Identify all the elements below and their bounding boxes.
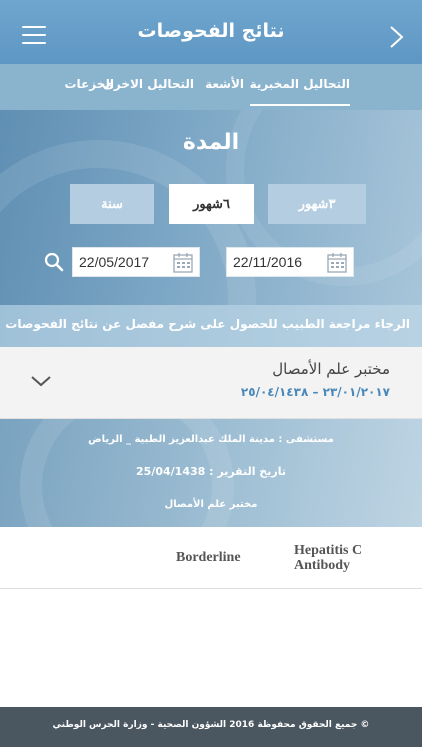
calendar-icon[interactable] bbox=[327, 252, 347, 273]
search-icon[interactable] bbox=[44, 252, 64, 272]
period-6-months-button[interactable]: ٦شهور bbox=[169, 184, 254, 224]
period-3-months-button[interactable]: ٣شهور bbox=[268, 184, 366, 224]
tab-radiology[interactable]: الأشعة bbox=[205, 64, 244, 110]
lab-name: مختبر علم الأمصال bbox=[272, 360, 390, 378]
table-row: Borderline Hepatitis C Antibody bbox=[0, 527, 422, 589]
date-from-field[interactable] bbox=[226, 247, 354, 277]
app-header: نتائج الفحوصات bbox=[0, 0, 422, 64]
date-to-input[interactable] bbox=[79, 254, 165, 270]
period-1-year-button[interactable]: سنة bbox=[70, 184, 154, 224]
chevron-right-icon[interactable] bbox=[386, 24, 408, 50]
hospital-name: مستشفى : مدينة الملك عبدالعزيز الطبية _ … bbox=[88, 434, 334, 445]
result-value: Borderline bbox=[176, 550, 241, 565]
tab-biopsies[interactable]: الخزعات bbox=[65, 64, 115, 110]
test-name: Hepatitis C Antibody bbox=[294, 543, 363, 573]
lab-department: مختبر علم الأمصال bbox=[164, 499, 258, 510]
date-to-field[interactable] bbox=[72, 247, 200, 277]
lab-date-range: ٢٣/٠١/٢٠١٧ – ٢٥/٠٤/١٤٣٨ bbox=[240, 385, 390, 399]
report-date: تاريخ التقرير : 25/04/1438 bbox=[136, 465, 286, 478]
period-title: المدة bbox=[182, 130, 240, 155]
period-filter-panel: المدة ٣شهور ٦شهور سنة bbox=[0, 110, 422, 305]
lab-card-serology[interactable]: مختبر علم الأمصال ٢٣/٠١/٢٠١٧ – ٢٥/٠٤/١٤٣… bbox=[0, 347, 422, 419]
tab-bar: التحاليل المخبرية الأشعة التحاليل الاخرى… bbox=[0, 64, 422, 110]
date-from-input[interactable] bbox=[233, 254, 319, 270]
footer: © جميع الحقوق محفوظة 2016 الشؤون الصحية … bbox=[0, 707, 422, 747]
tab-lab-tests[interactable]: التحاليل المخبرية bbox=[249, 64, 350, 106]
chevron-down-icon[interactable] bbox=[30, 374, 52, 388]
calendar-icon[interactable] bbox=[173, 252, 193, 273]
report-detail-panel: مستشفى : مدينة الملك عبدالعزيز الطبية _ … bbox=[0, 419, 422, 527]
doctor-notice-banner: الرجاء مراجعة الطبيب للحصول على شرح مفصل… bbox=[0, 305, 422, 347]
page-title: نتائج الفحوصات bbox=[137, 20, 285, 42]
notice-text: الرجاء مراجعة الطبيب للحصول على شرح مفصل… bbox=[5, 317, 410, 331]
copyright-text: © جميع الحقوق محفوظة 2016 الشؤون الصحية … bbox=[52, 720, 370, 730]
tab-other-tests[interactable]: التحاليل الاخرى bbox=[103, 64, 194, 110]
hamburger-menu-icon[interactable] bbox=[22, 26, 46, 46]
